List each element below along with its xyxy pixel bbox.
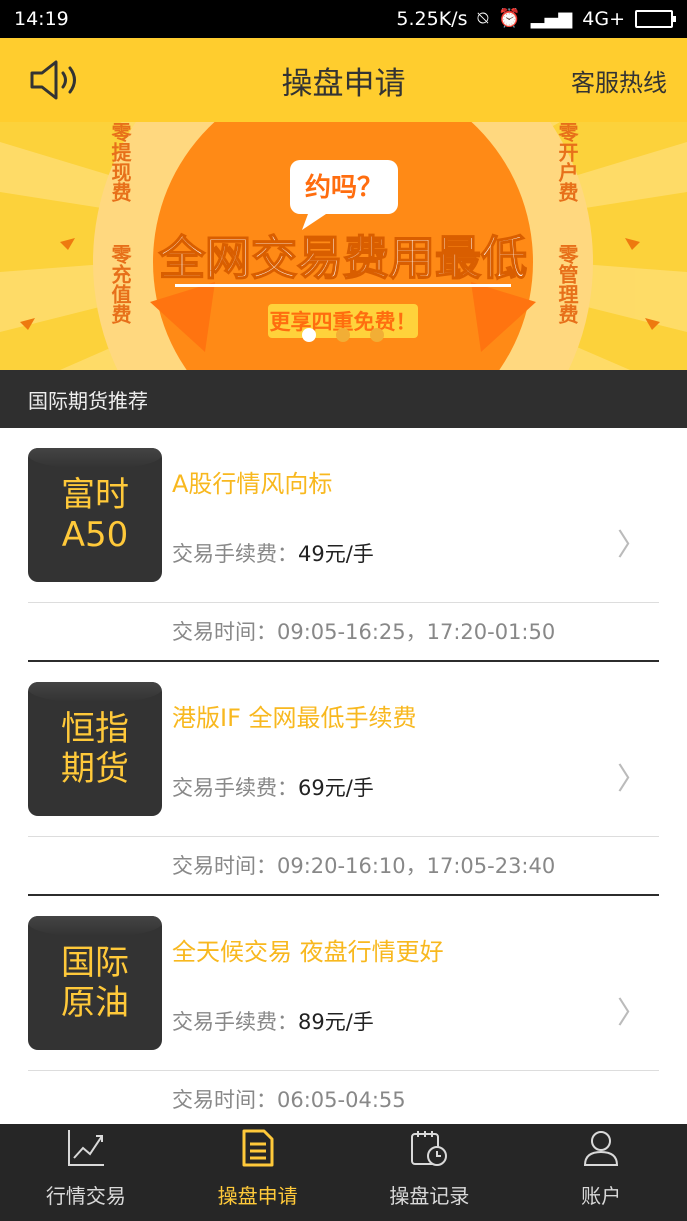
tab-trading-records[interactable]: 操盘记录 bbox=[344, 1124, 516, 1221]
tab-trading-application[interactable]: 操盘申请 bbox=[172, 1124, 344, 1221]
chevron-right-icon[interactable]: 〉 bbox=[617, 988, 647, 1032]
carousel-dot bbox=[370, 328, 384, 342]
document-icon bbox=[242, 1129, 274, 1167]
app-header: 操盘申请 客服热线 bbox=[0, 38, 687, 122]
speaker-icon[interactable] bbox=[28, 56, 84, 104]
badge-line: A50 bbox=[61, 515, 129, 555]
alarm-icon: ⏰ bbox=[498, 8, 521, 29]
customer-service-hotline-button[interactable]: 客服热线 bbox=[571, 63, 667, 98]
trading-hours: 交易时间：06:05-04:55 bbox=[172, 1088, 406, 1112]
divider bbox=[28, 836, 659, 837]
product-fee: 交易手续费：69元/手 bbox=[172, 772, 374, 802]
badge-line: 国际 bbox=[61, 943, 129, 983]
product-title: 全天候交易 夜盘行情更好 bbox=[172, 938, 444, 966]
product-title: 港版IF 全网最低手续费 bbox=[172, 704, 417, 732]
perk-text: 零提现费 bbox=[108, 122, 132, 203]
product-item[interactable]: 国际 原油 全天候交易 夜盘行情更好 交易手续费：89元/手 〉 交易时间：06… bbox=[28, 896, 659, 1130]
fee-label: 交易手续费： bbox=[172, 776, 298, 800]
battery-icon bbox=[635, 10, 676, 28]
tab-account[interactable]: 账户 bbox=[515, 1124, 687, 1221]
product-badge: 国际 原油 bbox=[28, 916, 162, 1050]
divider bbox=[28, 1070, 659, 1071]
product-badge: 恒指 期货 bbox=[28, 682, 162, 816]
product-item[interactable]: 恒指 期货 港版IF 全网最低手续费 交易手续费：69元/手 〉 交易时间：09… bbox=[28, 662, 659, 896]
trading-hours: 交易时间：09:05-16:25，17:20-01:50 bbox=[172, 620, 556, 644]
fee-value: 89元/手 bbox=[298, 1010, 374, 1034]
fee-value: 49元/手 bbox=[298, 542, 374, 566]
badge-line: 期货 bbox=[61, 749, 129, 789]
tab-label: 操盘申请 bbox=[217, 1184, 298, 1208]
status-time: 14:19 bbox=[14, 8, 69, 30]
carousel-dot bbox=[336, 328, 350, 342]
calendar-clock-icon bbox=[411, 1131, 448, 1166]
perk-text: 零充值费 bbox=[108, 244, 132, 325]
product-item[interactable]: 富时 A50 A股行情风向标 交易手续费：49元/手 〉 交易时间：09:05-… bbox=[28, 428, 659, 662]
tab-label: 操盘记录 bbox=[389, 1184, 470, 1208]
fee-label: 交易手续费： bbox=[172, 542, 298, 566]
chevron-right-icon[interactable]: 〉 bbox=[617, 520, 647, 564]
badge-line: 原油 bbox=[61, 983, 129, 1023]
bottom-tab-bar: 行情交易 操盘申请 操盘记录 账户 bbox=[0, 1124, 687, 1221]
user-icon bbox=[584, 1131, 619, 1166]
product-fee: 交易手续费：89元/手 bbox=[172, 1006, 374, 1036]
badge-line: 恒指 bbox=[61, 709, 129, 749]
perk-text: 零开户费 bbox=[555, 122, 579, 203]
network-type: 4G+ bbox=[582, 8, 625, 30]
carousel-dot-active bbox=[302, 328, 316, 342]
section-title: 国际期货推荐 bbox=[0, 370, 687, 428]
network-speed: 5.25K/s bbox=[396, 8, 468, 30]
tab-market-trading[interactable]: 行情交易 bbox=[0, 1124, 172, 1221]
product-badge: 富时 A50 bbox=[28, 448, 162, 582]
banner-artwork: 约吗？ 全网交易费用最低 更享四重免费！ 零提现费 零充值费 零开户费 零管理费 bbox=[0, 122, 687, 370]
tab-label: 行情交易 bbox=[45, 1184, 126, 1208]
badge-line: 富时 bbox=[61, 475, 129, 515]
divider bbox=[28, 602, 659, 603]
product-list: 富时 A50 A股行情风向标 交易手续费：49元/手 〉 交易时间：09:05-… bbox=[0, 428, 687, 1130]
banner-headline: 全网交易费用最低 bbox=[158, 231, 527, 285]
fee-label: 交易手续费： bbox=[172, 1010, 298, 1034]
status-bar: 14:19 5.25K/s ⍉ ⏰ ▂▄▆ 4G+ bbox=[0, 0, 687, 38]
perk-text: 零管理费 bbox=[555, 244, 579, 325]
bubble-text: 约吗？ bbox=[305, 172, 383, 203]
chart-icon bbox=[67, 1130, 104, 1166]
tab-label: 账户 bbox=[581, 1184, 622, 1208]
chevron-right-icon[interactable]: 〉 bbox=[617, 754, 647, 798]
trading-hours: 交易时间：09:20-16:10，17:05-23:40 bbox=[172, 854, 556, 878]
notification-off-icon: ⍉ bbox=[477, 8, 489, 29]
fee-value: 69元/手 bbox=[298, 776, 374, 800]
product-fee: 交易手续费：49元/手 bbox=[172, 538, 374, 568]
product-title: A股行情风向标 bbox=[172, 470, 333, 498]
signal-icon: ▂▄▆ bbox=[530, 8, 573, 29]
promo-banner[interactable]: 约吗？ 全网交易费用最低 更享四重免费！ 零提现费 零充值费 零开户费 零管理费 bbox=[0, 122, 687, 370]
